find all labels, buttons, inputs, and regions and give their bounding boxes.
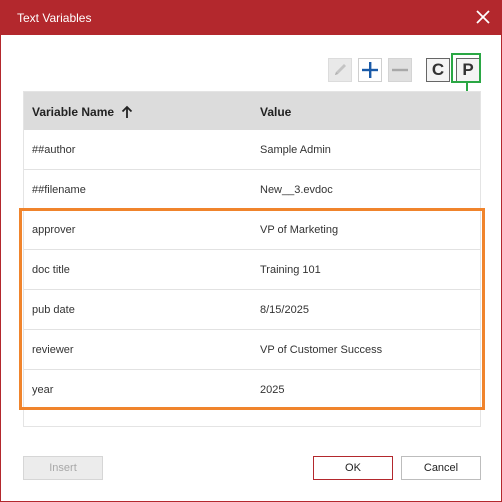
table-body: ##author Sample Admin ##filename New__3.… (24, 130, 480, 410)
arrow-up-icon (121, 105, 133, 119)
table-row[interactable]: doc title Training 101 (24, 250, 480, 290)
ok-button[interactable]: OK (313, 456, 393, 480)
cancel-button[interactable]: Cancel (401, 456, 481, 480)
table-row[interactable]: reviewer VP of Customer Success (24, 330, 480, 370)
column-header-value[interactable]: Value (260, 105, 291, 119)
plus-icon (362, 62, 378, 78)
variable-name-cell: pub date (32, 304, 75, 316)
variable-value-cell: VP of Customer Success (260, 344, 383, 356)
variable-value-cell: New__3.evdoc (260, 184, 333, 196)
pencil-icon (335, 64, 346, 75)
variable-name-cell: approver (32, 224, 76, 236)
variable-value-cell: VP of Marketing (260, 224, 339, 236)
variables-table: Variable Name Value ##author Sample Admi… (23, 91, 481, 427)
table-row[interactable]: ##filename New__3.evdoc (24, 170, 480, 210)
remove-variable-button[interactable] (388, 58, 412, 82)
table-row[interactable]: ##author Sample Admin (24, 130, 480, 170)
p-button[interactable]: P (456, 58, 480, 82)
close-button[interactable] (473, 7, 493, 27)
column-header-variable-name[interactable]: Variable Name (32, 105, 133, 119)
variable-name-cell: doc title (32, 264, 70, 276)
add-variable-button[interactable] (358, 58, 382, 82)
minus-icon (392, 68, 408, 72)
variable-name-cell: year (32, 384, 54, 396)
dialog-title: Text Variables (17, 11, 92, 25)
column-header-label: Value (260, 105, 292, 119)
variable-value-cell: Sample Admin (260, 144, 331, 156)
text-variables-dialog: Text Variables C P Variable Name Value #… (0, 0, 502, 502)
table-row[interactable]: year 2025 (24, 370, 480, 410)
table-row[interactable]: approver VP of Marketing (24, 210, 480, 250)
table-header: Variable Name Value (24, 92, 480, 130)
close-icon (476, 10, 490, 24)
variable-name-cell: reviewer (32, 344, 74, 356)
column-header-label: Variable Name (32, 105, 115, 119)
insert-button[interactable]: Insert (23, 456, 103, 480)
variable-value-cell: 2025 (260, 384, 285, 396)
table-row[interactable]: pub date 8/15/2025 (24, 290, 480, 330)
c-button[interactable]: C (426, 58, 450, 82)
variable-value-cell: 8/15/2025 (260, 304, 309, 316)
edit-variable-button[interactable] (328, 58, 352, 82)
title-bar: Text Variables (1, 1, 501, 35)
variable-value-cell: Training 101 (260, 264, 321, 276)
variable-name-cell: ##filename (32, 184, 86, 196)
variable-name-cell: ##author (32, 144, 76, 156)
